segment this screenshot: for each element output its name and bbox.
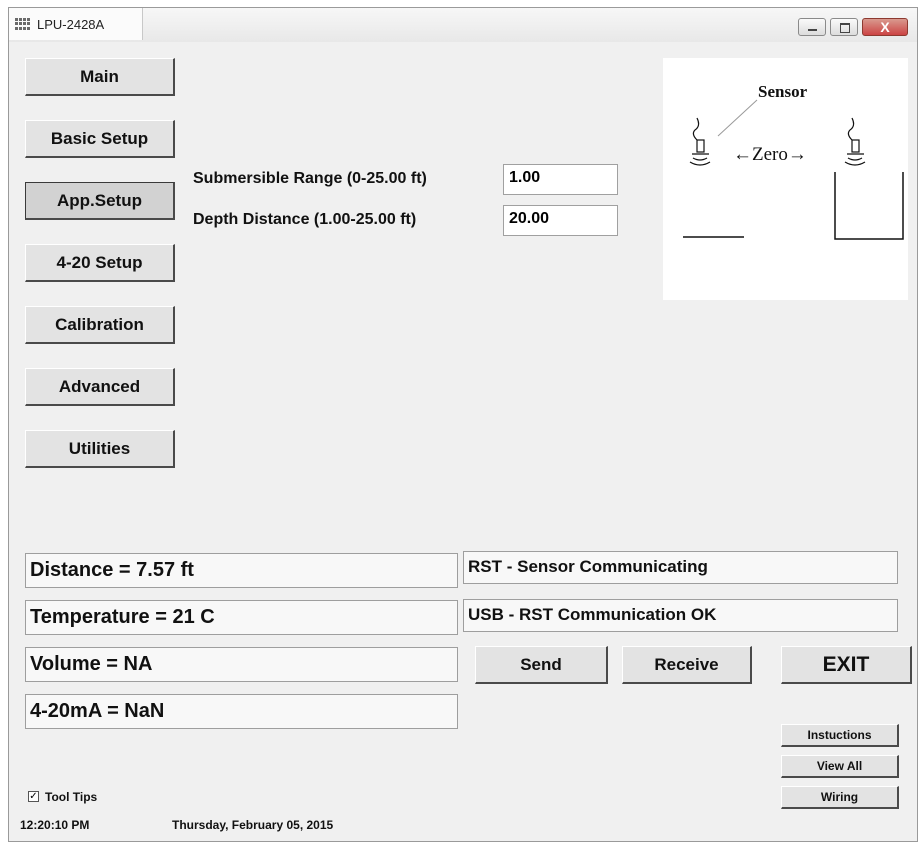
right-sensor-icon <box>844 117 866 166</box>
calibration-button[interactable]: Calibration <box>25 306 175 344</box>
receive-button[interactable]: Receive <box>622 646 752 684</box>
tool-tips-checkbox[interactable]: ✓ <box>28 791 39 802</box>
minimize-icon[interactable] <box>798 18 826 36</box>
window-title: LPU-2428A <box>37 17 105 32</box>
instructions-button[interactable]: Instuctions <box>781 724 899 747</box>
current-readout: 4-20mA = NaN <box>25 694 458 729</box>
send-button[interactable]: Send <box>475 646 608 684</box>
sensor-status: RST - Sensor Communicating <box>463 551 898 584</box>
close-icon[interactable]: X <box>862 18 908 36</box>
window-tab[interactable]: LPU-2428A <box>9 8 143 40</box>
tank-outline <box>834 172 904 240</box>
zero-label: ←Zero→ <box>733 144 807 165</box>
view-all-button[interactable]: View All <box>781 755 899 778</box>
submersible-range-label: Submersible Range (0-25.00 ft) <box>193 170 427 187</box>
left-sensor-icon <box>689 117 711 166</box>
tool-tips-label: Tool Tips <box>45 790 98 804</box>
basic-setup-button[interactable]: Basic Setup <box>25 120 175 158</box>
sensor-pointer-line <box>717 99 758 137</box>
sensor-diagram: Sensor ←Zero→ <box>663 58 908 300</box>
submersible-range-input[interactable]: 1.00 <box>503 164 618 195</box>
maximize-icon[interactable] <box>830 18 858 36</box>
depth-distance-input[interactable]: 20.00 <box>503 205 618 236</box>
sensor-diagram-label: Sensor <box>758 82 808 101</box>
title-bar: LPU-2428A X <box>9 8 917 42</box>
sensor-diagram-drawing: Sensor ←Zero→ <box>683 82 904 240</box>
setup-4-20-button[interactable]: 4-20 Setup <box>25 244 175 282</box>
app-icon <box>15 18 31 30</box>
distance-readout: Distance = 7.57 ft <box>25 553 458 588</box>
current-date: Thursday, February 05, 2015 <box>172 818 334 832</box>
temperature-readout: Temperature = 21 C <box>25 600 458 635</box>
exit-button[interactable]: EXIT <box>781 646 912 684</box>
clock-time: 12:20:10 PM <box>20 818 90 832</box>
depth-distance-label: Depth Distance (1.00-25.00 ft) <box>193 211 417 228</box>
volume-readout: Volume = NA <box>25 647 458 682</box>
main-button[interactable]: Main <box>25 58 175 96</box>
usb-status: USB - RST Communication OK <box>463 599 898 632</box>
utilities-button[interactable]: Utilities <box>25 430 175 468</box>
app-setup-button[interactable]: App.Setup <box>25 182 175 220</box>
advanced-button[interactable]: Advanced <box>25 368 175 406</box>
wiring-button[interactable]: Wiring <box>781 786 899 809</box>
